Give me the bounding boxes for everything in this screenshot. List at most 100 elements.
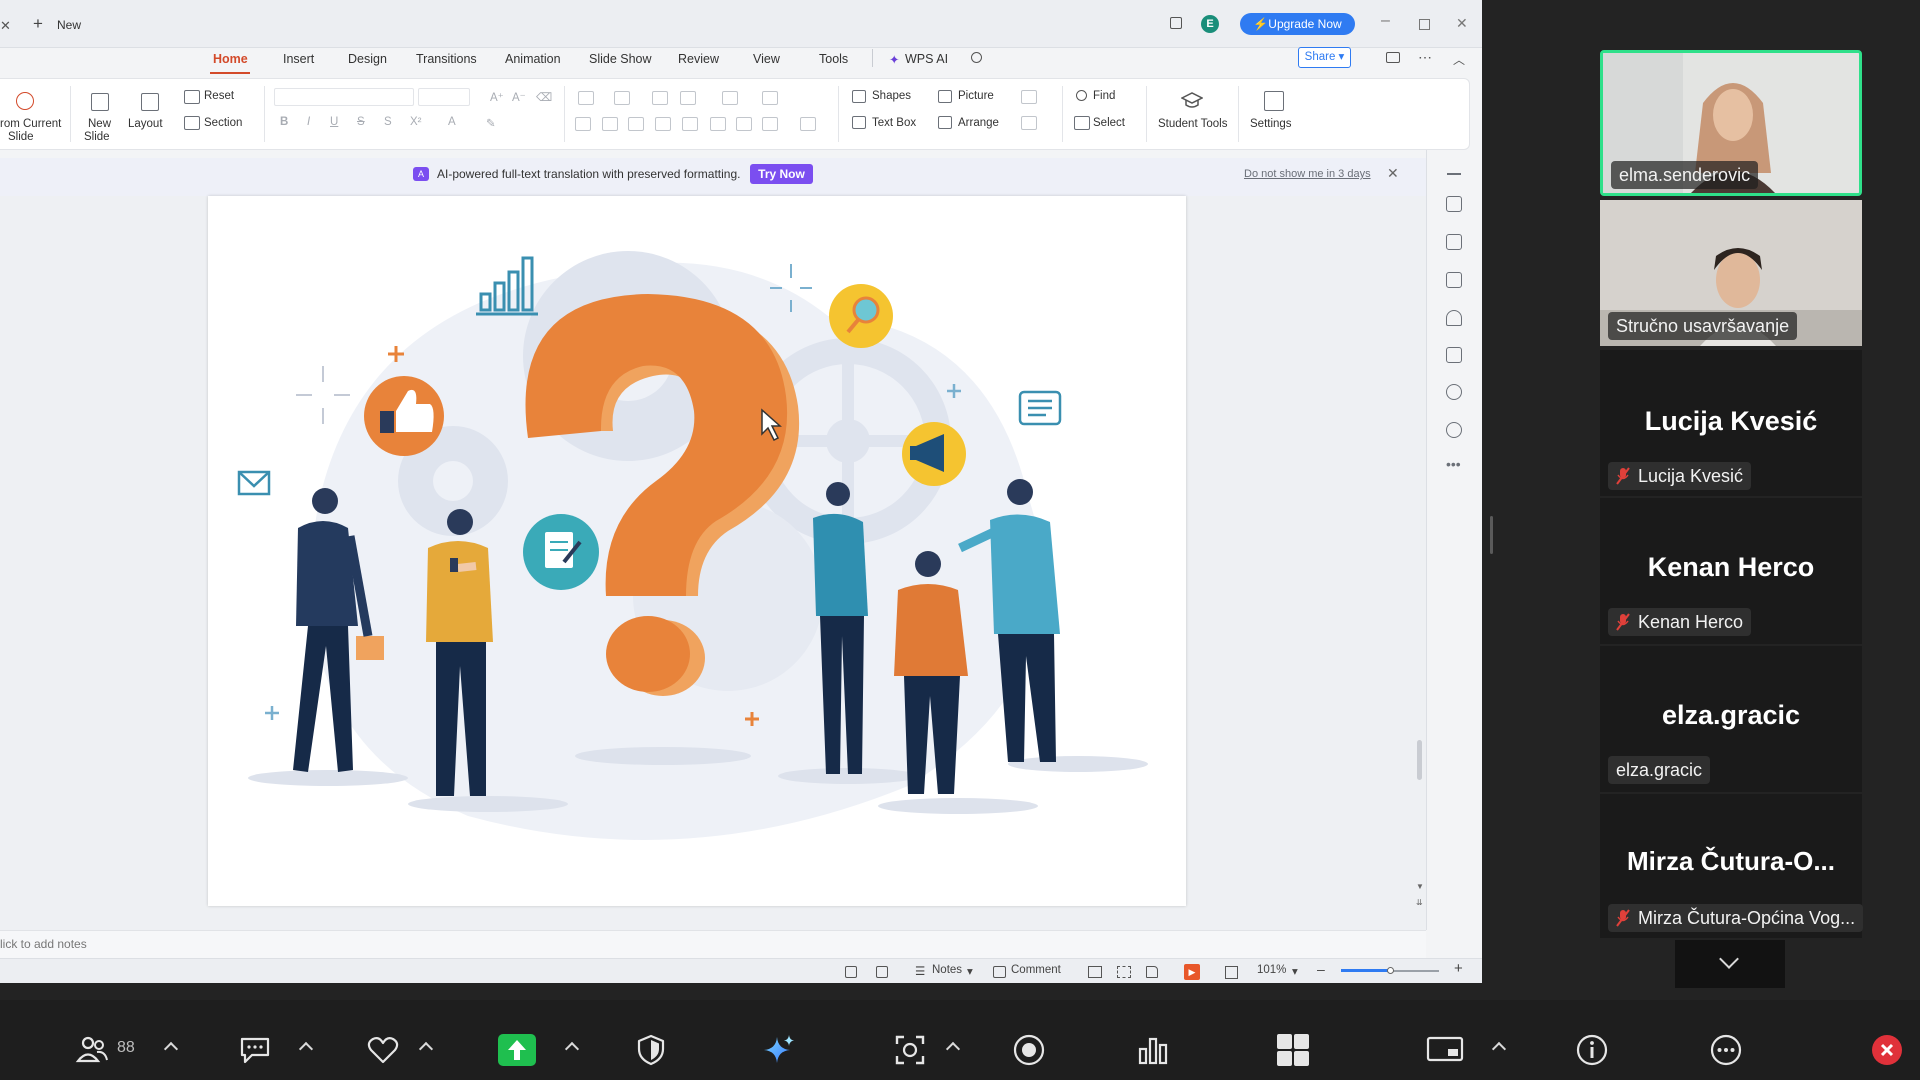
numbering-icon[interactable] <box>614 91 630 105</box>
tab-transitions[interactable]: Transitions <box>416 52 477 66</box>
settings-button[interactable]: Settings <box>1250 118 1292 130</box>
strikethrough-icon[interactable]: S <box>357 116 365 128</box>
minimize-icon[interactable]: – <box>1381 12 1390 30</box>
arrange-button[interactable]: Arrange <box>958 117 999 129</box>
try-now-button[interactable]: Try Now <box>750 164 813 184</box>
participants-icon[interactable] <box>75 1033 109 1067</box>
font-size-dropdown[interactable] <box>418 88 470 106</box>
collapse-panel-icon[interactable] <box>1447 173 1461 175</box>
apps-grid-icon[interactable] <box>1276 1033 1310 1067</box>
zoom-out-icon[interactable]: – <box>1317 961 1325 977</box>
align-left-icon[interactable] <box>575 117 591 131</box>
slide-sorter-icon[interactable] <box>1117 966 1131 978</box>
participant-video-tile-active[interactable]: elma.senderovic <box>1600 50 1862 196</box>
favorites-star-icon[interactable] <box>1446 310 1462 326</box>
superscript-icon[interactable]: X² <box>410 116 422 128</box>
next-slide-icon[interactable]: ⇊ <box>1416 898 1423 907</box>
comment-button[interactable]: Comment <box>1011 964 1061 976</box>
share-button[interactable]: Share ▾ <box>1298 47 1351 68</box>
comments-panel-icon[interactable] <box>1386 52 1400 63</box>
line-spacing-icon[interactable] <box>710 117 726 131</box>
current-slide[interactable] <box>208 196 1186 906</box>
leave-meeting-button[interactable] <box>1872 1035 1902 1065</box>
close-tab-icon[interactable]: ✕ <box>0 18 11 34</box>
help-icon[interactable] <box>1446 422 1462 438</box>
notes-dropdown-icon[interactable]: ▾ <box>967 964 973 978</box>
polls-bar-chart-icon[interactable] <box>1136 1033 1170 1067</box>
panel-resize-handle[interactable] <box>1490 516 1493 554</box>
copy-slide-icon[interactable] <box>1446 272 1462 288</box>
notes-pane[interactable] <box>0 930 1426 958</box>
shadow-icon[interactable]: S <box>384 116 392 128</box>
normal-view-icon[interactable] <box>1088 966 1102 978</box>
clear-format-icon[interactable]: ⌫ <box>536 90 552 104</box>
tab-wps-ai[interactable]: WPS AI <box>905 52 948 66</box>
distribute-icon[interactable] <box>682 117 698 131</box>
student-tools-button[interactable]: Student Tools <box>1158 118 1227 130</box>
new-slide-button-line2[interactable]: Slide <box>84 131 110 143</box>
grow-font-icon[interactable]: A⁺ <box>490 90 504 104</box>
from-current-slide-button-line2[interactable]: Slide <box>8 131 34 143</box>
notes-placeholder[interactable]: lick to add notes <box>0 937 87 951</box>
ai-companion-sparkle-icon[interactable] <box>762 1033 796 1067</box>
slide-view-icon[interactable] <box>845 966 857 978</box>
picture-button[interactable]: Picture <box>958 90 994 102</box>
animation-pane-icon[interactable] <box>1446 196 1462 212</box>
participant-tile[interactable]: elza.gracic elza.gracic <box>1600 646 1862 792</box>
notes-toggle-button[interactable]: Notes <box>932 964 962 976</box>
align-text-icon[interactable] <box>800 117 816 131</box>
collapse-ribbon-icon[interactable]: ︿ <box>1453 51 1465 68</box>
close-banner-icon[interactable]: ✕ <box>1387 165 1399 182</box>
play-slideshow-icon[interactable]: ▶ <box>1184 964 1200 980</box>
more-options-icon[interactable]: ⋯ <box>1418 49 1432 66</box>
share-screen-button[interactable] <box>498 1034 536 1066</box>
bold-icon[interactable]: B <box>280 116 288 128</box>
increase-indent-icon[interactable] <box>680 91 696 105</box>
italic-icon[interactable]: I <box>307 116 310 128</box>
tab-view[interactable]: View <box>753 52 780 66</box>
participant-tile[interactable]: Mirza Čutura-O... Mirza Čutura-Općina Vo… <box>1600 794 1864 938</box>
reset-button[interactable]: Reset <box>204 90 234 102</box>
more-options-icon[interactable] <box>1709 1033 1743 1067</box>
tab-home[interactable]: Home <box>213 52 248 66</box>
align-right-icon[interactable] <box>628 117 644 131</box>
tab-design[interactable]: Design <box>348 52 387 66</box>
dismiss-banner-link[interactable]: Do not show me in 3 days <box>1244 168 1371 180</box>
new-tab-icon[interactable]: + <box>33 14 43 34</box>
tab-review[interactable]: Review <box>678 52 719 66</box>
spell-check-icon[interactable] <box>876 966 888 978</box>
zoom-in-icon[interactable]: + <box>1454 960 1463 977</box>
text-box-button[interactable]: Text Box <box>872 117 916 129</box>
participant-video-tile[interactable]: Stručno usavršavanje <box>1600 200 1862 346</box>
participant-tile[interactable]: Lucija Kvesić Lucija Kvesić <box>1600 350 1862 496</box>
outline-icon[interactable] <box>1021 116 1037 130</box>
scroll-participants-button[interactable] <box>1675 940 1785 988</box>
layout-button[interactable]: Layout <box>128 118 163 130</box>
select-button[interactable]: Select <box>1093 117 1125 129</box>
new-slide-button[interactable]: New <box>88 118 111 130</box>
chat-icon[interactable] <box>238 1033 272 1067</box>
justify-icon[interactable] <box>655 117 671 131</box>
tab-tools[interactable]: Tools <box>819 52 848 66</box>
reactions-heart-icon[interactable] <box>366 1033 400 1067</box>
reading-view-icon[interactable] <box>1146 966 1158 978</box>
bullets-icon[interactable] <box>578 91 594 105</box>
tab-insert[interactable]: Insert <box>283 52 314 66</box>
zoom-slider-thumb[interactable] <box>1387 967 1394 974</box>
upgrade-now-button[interactable]: ⚡Upgrade Now <box>1240 13 1355 35</box>
new-tab-label[interactable]: New <box>57 18 81 32</box>
underline-icon[interactable]: U <box>330 116 338 128</box>
design-icon[interactable] <box>1446 234 1462 250</box>
info-icon[interactable] <box>1575 1033 1609 1067</box>
highlight-icon[interactable]: ✎ <box>486 116 496 130</box>
close-window-icon[interactable]: ✕ <box>1456 15 1468 32</box>
security-shield-icon[interactable] <box>634 1033 668 1067</box>
sort-icon[interactable] <box>762 91 778 105</box>
zoom-level[interactable]: 101% <box>1257 964 1286 976</box>
fit-slide-icon[interactable] <box>1225 966 1238 979</box>
font-color-icon[interactable]: A <box>448 116 456 128</box>
font-name-dropdown[interactable] <box>274 88 414 106</box>
view-layout-icon[interactable] <box>1426 1033 1464 1067</box>
fill-icon[interactable] <box>1021 90 1037 104</box>
shrink-font-icon[interactable]: A⁻ <box>512 90 526 104</box>
